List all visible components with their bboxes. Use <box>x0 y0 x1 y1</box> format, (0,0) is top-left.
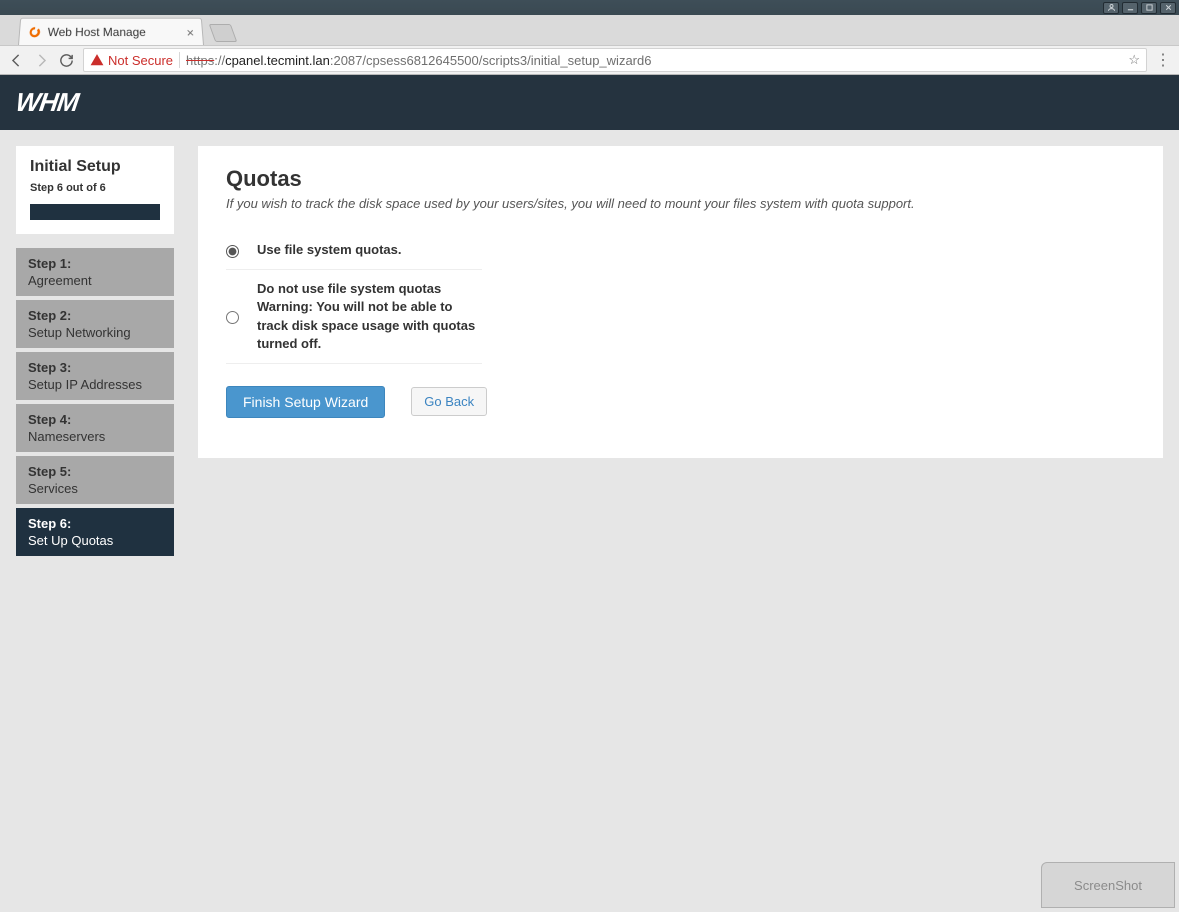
progress-bar <box>30 204 160 220</box>
window-close-icon[interactable] <box>1160 2 1176 14</box>
browser-tab[interactable]: Web Host Manage × <box>18 18 204 45</box>
option-use-quotas[interactable]: Use file system quotas. <box>226 231 482 270</box>
button-row: Finish Setup Wizard Go Back <box>226 386 1135 418</box>
step-list: Step 1:Agreement Step 2:Setup Networking… <box>16 248 174 556</box>
window-maximize-icon[interactable] <box>1141 2 1157 14</box>
tab-title: Web Host Manage <box>47 25 146 39</box>
step-agreement[interactable]: Step 1:Agreement <box>16 248 174 296</box>
sidebar: Initial Setup Step 6 out of 6 Step 1:Agr… <box>16 146 174 556</box>
go-back-button[interactable]: Go Back <box>411 387 487 416</box>
os-titlebar <box>0 0 1179 15</box>
bookmark-star-icon[interactable]: ☆ <box>1128 52 1140 68</box>
tab-close-icon[interactable]: × <box>186 25 195 40</box>
not-secure-indicator[interactable]: Not Secure <box>90 53 173 68</box>
browser-toolbar: Not Secure https://cpanel.tecmint.lan:20… <box>0 45 1179 75</box>
page-title: Quotas <box>226 166 1135 192</box>
step-quotas[interactable]: Step 6:Set Up Quotas <box>16 508 174 556</box>
main-panel: Quotas If you wish to track the disk spa… <box>198 146 1163 458</box>
new-tab-button[interactable] <box>209 24 238 42</box>
screenshot-badge: ScreenShot <box>1041 862 1175 908</box>
step-nameservers[interactable]: Step 4:Nameservers <box>16 404 174 452</box>
cpanel-icon <box>27 25 42 39</box>
app-viewport: WHM Initial Setup Step 6 out of 6 Step 1… <box>0 75 1179 912</box>
window-minimize-icon[interactable] <box>1122 2 1138 14</box>
os-user-icon[interactable] <box>1103 2 1119 14</box>
tab-strip: Web Host Manage × <box>0 15 1179 45</box>
step-services[interactable]: Step 5:Services <box>16 456 174 504</box>
forward-button[interactable] <box>33 52 50 69</box>
quota-options: Use file system quotas. Do not use file … <box>226 231 482 364</box>
url-text: https://cpanel.tecmint.lan:2087/cpsess68… <box>186 53 651 68</box>
radio-use-quotas[interactable] <box>226 245 239 258</box>
back-button[interactable] <box>8 52 25 69</box>
sidebar-title: Initial Setup <box>30 158 160 176</box>
browser-chrome: Web Host Manage × Not Secure https://cpa… <box>0 15 1179 75</box>
top-nav: WHM <box>0 75 1179 130</box>
separator <box>179 52 180 68</box>
sidebar-subtitle: Step 6 out of 6 <box>30 182 160 194</box>
label-no-quotas: Do not use file system quotas Warning: Y… <box>257 280 482 353</box>
sidebar-header: Initial Setup Step 6 out of 6 <box>16 146 174 234</box>
warning-icon <box>90 53 104 67</box>
label-use-quotas: Use file system quotas. <box>257 241 402 259</box>
radio-no-quotas[interactable] <box>226 311 239 324</box>
address-bar[interactable]: Not Secure https://cpanel.tecmint.lan:20… <box>83 48 1147 72</box>
browser-menu-icon[interactable]: ⋮ <box>1155 50 1171 70</box>
finish-button[interactable]: Finish Setup Wizard <box>226 386 385 418</box>
whm-logo: WHM <box>14 87 80 118</box>
page-description: If you wish to track the disk space used… <box>226 196 1135 211</box>
step-networking[interactable]: Step 2:Setup Networking <box>16 300 174 348</box>
reload-button[interactable] <box>58 52 75 69</box>
option-no-quotas[interactable]: Do not use file system quotas Warning: Y… <box>226 270 482 364</box>
step-ip-addresses[interactable]: Step 3:Setup IP Addresses <box>16 352 174 400</box>
